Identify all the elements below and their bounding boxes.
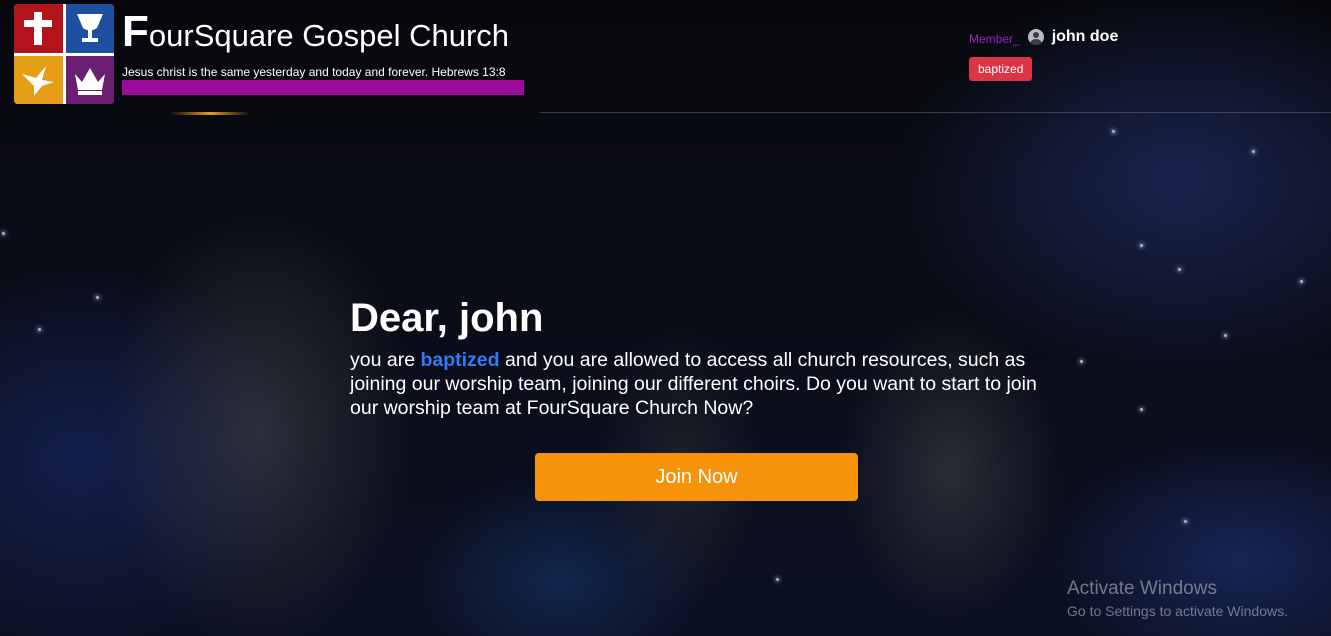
church-logo[interactable] xyxy=(14,4,114,104)
stage-light-dot xyxy=(96,296,99,299)
stage-light-dot xyxy=(38,328,41,331)
stage-light-dot xyxy=(1224,334,1227,337)
site-title[interactable]: FourSquare Gospel Church xyxy=(122,10,524,58)
user-circle-icon xyxy=(1027,29,1044,45)
ceiling-line xyxy=(540,112,1331,113)
stage-light-dot xyxy=(1140,244,1143,247)
chalice-icon xyxy=(65,4,114,53)
title-initial: F xyxy=(122,7,149,56)
tagline: Jesus christ is the same yesterday and t… xyxy=(122,65,506,79)
baptized-highlight: baptized xyxy=(420,349,500,371)
stage-light-dot xyxy=(1252,150,1255,153)
stage-light-dot xyxy=(1300,280,1303,283)
stage-light-dot xyxy=(1112,130,1115,133)
stage-light-dot xyxy=(1184,520,1187,523)
crown-icon xyxy=(65,55,114,104)
watermark-subtitle: Go to Settings to activate Windows. xyxy=(1067,603,1288,619)
status-badge: baptized xyxy=(969,57,1033,81)
greeting-heading: Dear, john xyxy=(350,296,544,340)
watermark-title: Activate Windows xyxy=(1067,578,1217,599)
dove-icon xyxy=(14,55,63,104)
windows-activation-watermark: Activate Windows Go to Settings to activ… xyxy=(1067,578,1288,621)
page: FourSquare Gospel Church Jesus christ is… xyxy=(0,0,1331,636)
stage-light-dot xyxy=(1080,360,1083,363)
member-label: Member_ xyxy=(969,32,1020,46)
message-text-start: you are xyxy=(350,349,421,371)
stage-light xyxy=(170,112,250,115)
stage-light-dot xyxy=(2,232,5,235)
member-info: Member_ john doe xyxy=(969,28,1118,46)
welcome-message: you are baptized and you are allowed to … xyxy=(350,348,1050,420)
join-now-button[interactable]: Join Now xyxy=(535,453,858,501)
cross-icon xyxy=(14,4,63,53)
welcome-section: Dear, john you are baptized and you are … xyxy=(350,292,1070,420)
user-name[interactable]: john doe xyxy=(1052,28,1119,46)
stage-light-dot xyxy=(776,578,779,581)
stage-light-dot xyxy=(1140,408,1143,411)
stage-light-dot xyxy=(1178,268,1181,271)
tagline-bar xyxy=(122,80,524,95)
brand-block: FourSquare Gospel Church Jesus christ is… xyxy=(122,10,524,95)
title-text: ourSquare Gospel Church xyxy=(148,18,510,53)
